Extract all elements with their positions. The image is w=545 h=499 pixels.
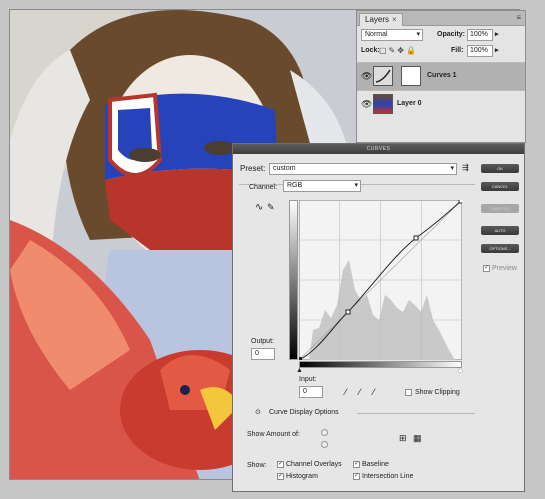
histogram-label: Histogram xyxy=(286,473,318,480)
intersection-line-label: Intersection Line xyxy=(362,473,414,480)
output-input[interactable]: 0 xyxy=(251,348,275,360)
ok-button[interactable]: OK xyxy=(481,164,519,173)
smooth-button[interactable]: SMOOTH xyxy=(481,204,519,213)
input-label: Input: xyxy=(299,376,317,383)
layers-panel-tabbar: Layers × ≡ xyxy=(357,11,525,26)
layer-mask-thumbnail xyxy=(401,66,421,86)
histogram-checkbox[interactable]: ✓ xyxy=(277,473,284,480)
output-label: Output: xyxy=(251,338,274,345)
show-clipping-checkbox[interactable] xyxy=(405,389,412,396)
curve-display-options-label[interactable]: Curve Display Options xyxy=(269,409,339,416)
channel-select[interactable]: RGB xyxy=(283,180,361,192)
black-slider-icon[interactable]: ▲ xyxy=(296,367,303,374)
simple-grid-icon[interactable]: ⊞ xyxy=(399,433,407,444)
baseline-label: Baseline xyxy=(362,461,389,468)
channel-overlays-label: Channel Overlays xyxy=(286,461,342,468)
show-amount-label: Show Amount of: xyxy=(247,431,300,438)
fill-arrow-icon[interactable]: ▸ xyxy=(495,46,499,54)
pencil-icon[interactable]: ✎ xyxy=(267,202,275,213)
baseline-checkbox[interactable]: ✓ xyxy=(353,461,360,468)
auto-button[interactable]: AUTO xyxy=(481,226,519,235)
eyedropper-black-icon[interactable]: ⁄ xyxy=(345,387,347,397)
preview-label: Preview xyxy=(492,265,517,272)
show-label: Show: xyxy=(247,462,267,469)
detailed-grid-icon[interactable]: ▦ xyxy=(413,433,422,444)
opacity-input[interactable]: 100% xyxy=(467,29,493,41)
eye-icon[interactable]: 👁 xyxy=(361,99,372,110)
eyedropper-white-icon[interactable]: ⁄ xyxy=(373,387,375,397)
intersection-line-checkbox[interactable]: ✓ xyxy=(353,473,360,480)
light-radio[interactable] xyxy=(321,429,328,436)
expand-chevron-icon[interactable]: ⊙ xyxy=(255,408,261,416)
cancel-button[interactable]: CANCEL xyxy=(481,182,519,191)
fill-label: Fill: xyxy=(451,47,464,54)
options-button[interactable]: OPTIONS... xyxy=(481,244,519,253)
preview-checkbox[interactable]: ✓ xyxy=(483,265,490,272)
layers-panel: Layers× ≡ Normal Opacity: 100% ▸ Lock: ▢… xyxy=(356,10,526,143)
eye-icon[interactable]: 👁 xyxy=(361,71,372,82)
fill-input[interactable]: 100% xyxy=(467,45,493,57)
lock-row: Lock: ▢✎✥🔒 Fill: 100% ▸ xyxy=(361,45,521,58)
layer-row-layer-0[interactable]: 👁 Layer 0 xyxy=(357,90,525,118)
lock-icons[interactable]: ▢✎✥🔒 xyxy=(379,46,418,55)
curve-point-tool-icon[interactable]: ∿ xyxy=(255,202,263,213)
opacity-arrow-icon[interactable]: ▸ xyxy=(495,30,499,38)
layer-name: Curves 1 xyxy=(427,72,457,79)
channel-label: Channel: xyxy=(249,184,278,191)
opacity-label: Opacity: xyxy=(437,31,466,38)
lock-label: Lock: xyxy=(361,47,380,54)
input-gradient-bar xyxy=(299,361,462,368)
preset-select[interactable]: custom xyxy=(269,163,457,175)
white-slider-icon[interactable]: ▲ xyxy=(457,367,464,374)
tab-layers-label: Layers xyxy=(365,15,390,24)
blend-mode-select[interactable]: Normal xyxy=(361,29,423,41)
input-input[interactable]: 0 xyxy=(299,386,323,398)
curves-adjustment-icon xyxy=(373,66,393,86)
panel-menu-icon[interactable]: ≡ xyxy=(516,13,521,22)
dialog-title: CURVES xyxy=(233,144,524,154)
blend-row: Normal Opacity: 100% ▸ xyxy=(361,29,521,42)
channel-overlays-checkbox[interactable]: ✓ xyxy=(277,461,284,468)
show-clipping-label: Show Clipping xyxy=(415,389,460,396)
preset-options-icon[interactable]: ⇶ xyxy=(462,163,469,172)
divider xyxy=(357,413,475,414)
preset-label: Preset: xyxy=(240,164,266,173)
layer-name: Layer 0 xyxy=(397,100,422,107)
layer-row-curves-1[interactable]: 👁 Curves 1 xyxy=(357,62,525,90)
close-icon[interactable]: × xyxy=(392,15,397,24)
layer-thumbnail xyxy=(373,94,393,114)
output-gradient-bar xyxy=(289,200,298,360)
pigment-radio[interactable] xyxy=(321,441,328,448)
curve-graph[interactable] xyxy=(299,200,462,360)
tab-layers[interactable]: Layers × xyxy=(359,13,403,26)
curves-dialog: CURVES Preset: custom ⇶ Channel: RGB ∿ ✎… xyxy=(232,143,525,492)
eyedropper-gray-icon[interactable]: ⁄ xyxy=(359,387,361,397)
